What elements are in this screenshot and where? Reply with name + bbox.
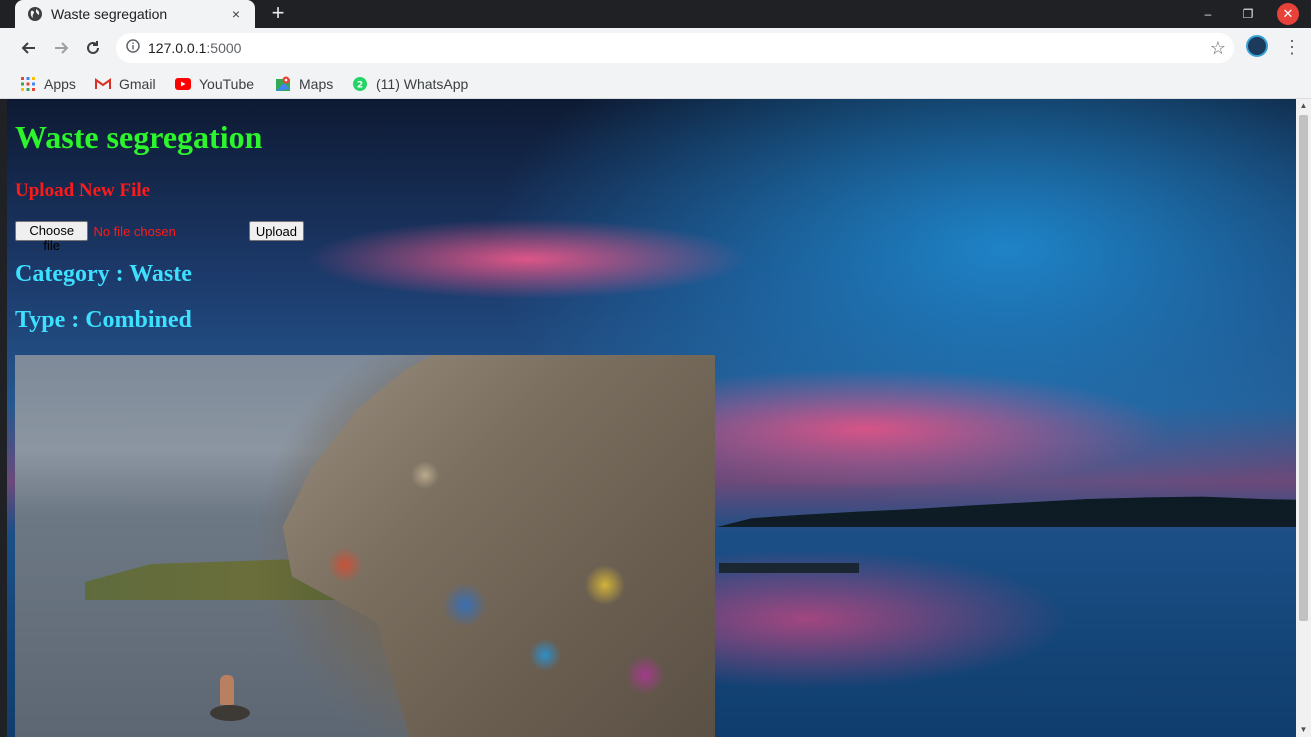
browser-titlebar: Waste segregation × + – ❐ ✕: [0, 0, 1311, 28]
maximize-window-icon[interactable]: ❐: [1238, 4, 1258, 24]
back-arrow-icon[interactable]: [15, 34, 43, 62]
photo-person: [220, 675, 234, 705]
svg-text:2: 2: [357, 81, 363, 91]
address-bar[interactable]: 127.0.0.1:5000 ☆: [116, 33, 1234, 63]
photo-rock: [210, 705, 250, 721]
bookmark-label: Maps: [299, 76, 334, 92]
upload-heading: Upload New File: [15, 180, 151, 201]
bookmark-whatsapp[interactable]: 2 (11) WhatsApp: [352, 73, 468, 95]
bookmarks-bar: Apps Gmail YouTube Maps 2 (11) WhatsApp: [0, 68, 1311, 99]
maps-icon: [275, 76, 291, 92]
url-host: 127.0.0.1: [148, 40, 207, 56]
bookmark-label: (11) WhatsApp: [376, 76, 469, 92]
photo-garbage-pile: [282, 355, 715, 737]
youtube-icon: [175, 76, 191, 92]
url-port: :5000: [206, 40, 242, 56]
bookmark-label: Apps: [44, 76, 76, 92]
gmail-icon: [95, 76, 111, 92]
bookmark-label: Gmail: [119, 76, 156, 92]
tab-close-icon[interactable]: ×: [227, 6, 245, 22]
bookmark-apps[interactable]: Apps: [20, 73, 76, 95]
bookmark-youtube[interactable]: YouTube: [175, 73, 254, 95]
minimize-window-icon[interactable]: –: [1198, 4, 1218, 24]
scrollbar-thumb[interactable]: [1299, 115, 1308, 621]
browser-toolbar: 127.0.0.1:5000 ☆ ⋮: [0, 28, 1311, 68]
choose-file-button[interactable]: Choose file: [15, 221, 89, 253]
category-result: Category : Waste: [15, 261, 192, 287]
bookmark-label: YouTube: [199, 76, 255, 92]
upload-form: Choose file No file chosen Upload: [15, 221, 305, 253]
file-status-text: No file chosen: [93, 223, 176, 239]
scroll-down-arrow-icon[interactable]: ▼: [1296, 723, 1311, 737]
background-dock: [719, 563, 859, 573]
bookmark-gmail[interactable]: Gmail: [95, 73, 156, 95]
page-title: Waste segregation: [15, 119, 263, 155]
site-info-icon[interactable]: [126, 38, 140, 58]
browser-tab[interactable]: Waste segregation ×: [15, 0, 255, 28]
uploaded-waste-image: [15, 355, 715, 737]
tab-title: Waste segregation: [51, 6, 168, 22]
close-window-icon[interactable]: ✕: [1277, 3, 1299, 25]
scroll-up-arrow-icon[interactable]: ▲: [1296, 99, 1311, 113]
reload-icon[interactable]: [79, 34, 107, 62]
globe-icon: [27, 6, 43, 22]
apps-grid-icon: [20, 76, 36, 92]
forward-arrow-icon[interactable]: [47, 34, 75, 62]
background-treeline: [717, 496, 1296, 527]
page-viewport: Waste segregation Upload New File Choose…: [7, 99, 1296, 737]
new-tab-plus-icon[interactable]: +: [266, 2, 290, 26]
bookmark-star-icon[interactable]: ☆: [1210, 38, 1226, 59]
type-result: Type : Combined: [15, 307, 192, 333]
whatsapp-icon: 2: [352, 76, 368, 92]
page-scrollbar[interactable]: ▲ ▼: [1296, 99, 1311, 737]
bookmark-maps[interactable]: Maps: [275, 73, 333, 95]
extension-avatar-icon[interactable]: [1246, 35, 1268, 57]
upload-button[interactable]: Upload: [248, 221, 305, 241]
browser-menu-icon[interactable]: ⋮: [1283, 36, 1301, 58]
